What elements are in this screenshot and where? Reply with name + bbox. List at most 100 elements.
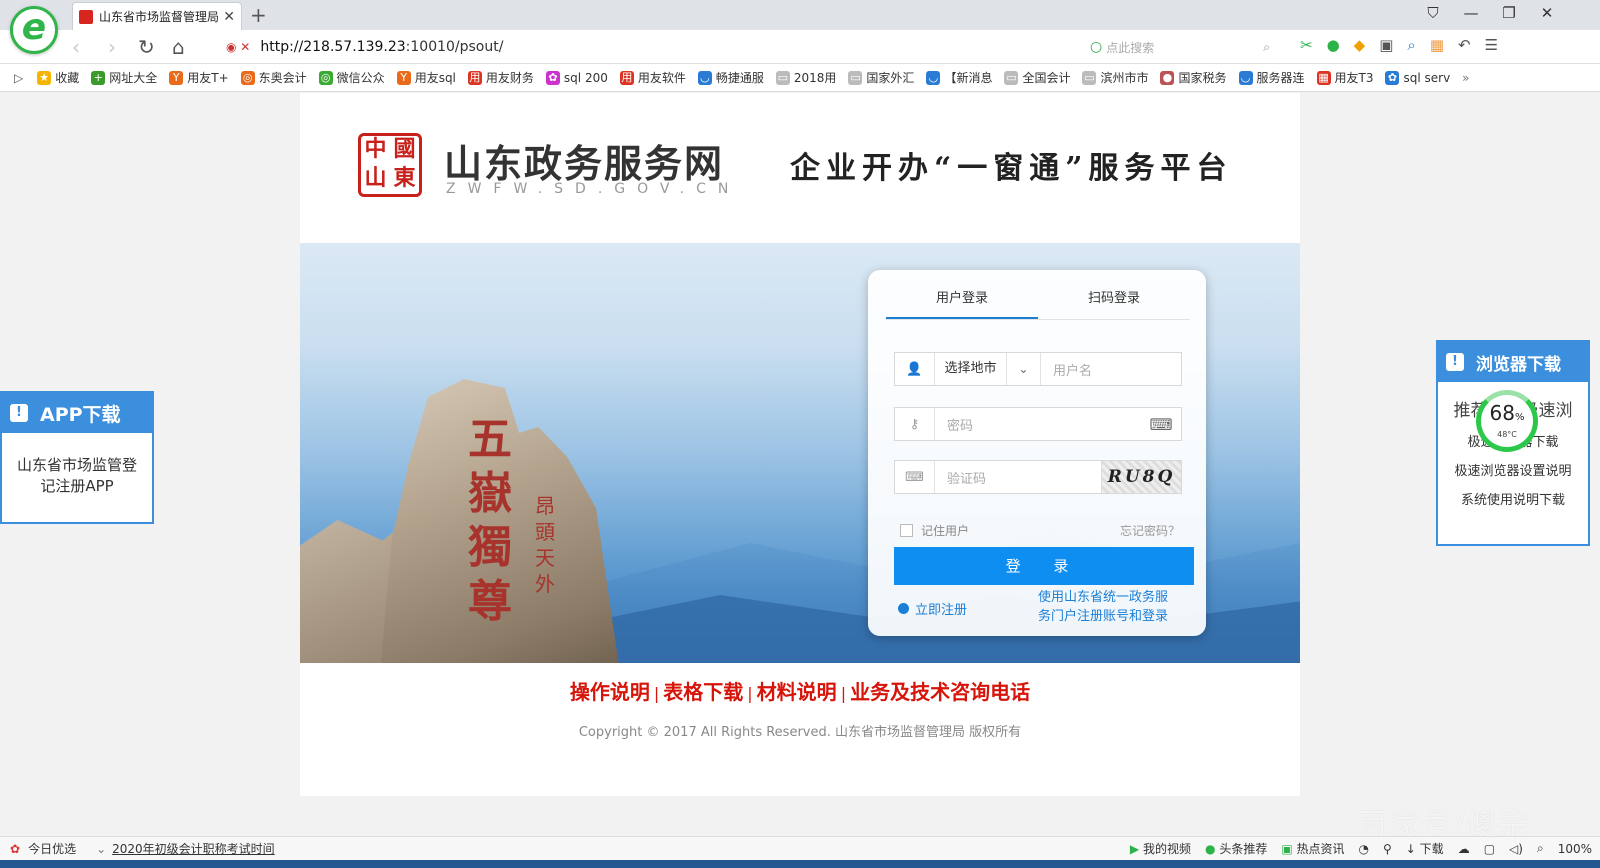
favorite-item[interactable]: ◡ 服务器连 xyxy=(1238,69,1305,86)
favorite-icon: + xyxy=(91,70,106,85)
favorite-item[interactable]: ▭ 2018用 xyxy=(775,69,836,86)
favorite-icon: ◡ xyxy=(1238,70,1253,85)
search-box[interactable]: ○ 点此搜索 ⌕ xyxy=(1090,35,1270,59)
favorite-item[interactable]: ◎ 东奥会计 xyxy=(240,69,307,86)
cloud-icon[interactable]: ☁ xyxy=(1458,842,1470,856)
back-button[interactable]: ‹ xyxy=(72,35,80,59)
cpu-gauge[interactable]: 68% 48°C xyxy=(1476,390,1538,452)
favorite-item[interactable]: ★ 收藏 xyxy=(37,69,79,86)
browser-settings-link[interactable]: 极速浏览器设置说明 xyxy=(1438,460,1588,479)
window-icon[interactable]: ▢ xyxy=(1484,842,1495,856)
system-manual-link[interactable]: 系统使用说明下载 xyxy=(1438,489,1588,508)
favorites-bar: ▷ ★ 收藏 + 网址大全 Y 用友T+ ◎ 东奥会计 ◎ 微信公众 Y 用友sql 用用友财务 ✿ sql… xyxy=(0,64,1600,92)
info-icon: ! xyxy=(1446,353,1464,371)
refresh-button[interactable]: ↻ xyxy=(138,35,155,59)
app-download-widget[interactable]: ! APP下载 山东省市场监管登记注册APP xyxy=(0,391,154,524)
search-placeholder: 点此搜索 xyxy=(1106,40,1155,55)
tab-scan-login[interactable]: 扫码登录 xyxy=(1038,280,1190,319)
remember-checkbox[interactable] xyxy=(900,524,913,537)
city-select[interactable]: 选择地市 xyxy=(935,353,1007,385)
forgot-password-link[interactable]: 忘记密码？ xyxy=(1120,522,1180,539)
link-form-download[interactable]: 表格下载 xyxy=(663,680,743,704)
captcha-input[interactable]: 验证码 xyxy=(935,468,1101,487)
url-text: http://218.57.139.23:10010/psout/ xyxy=(260,39,504,55)
captcha-row: ⌨ 验证码 RU8Q xyxy=(894,460,1182,494)
favorite-item[interactable]: ◡ 【新消息 xyxy=(926,69,992,86)
favorite-item[interactable]: ✿ sql serv xyxy=(1385,69,1450,86)
browser-tab[interactable]: 山东省市场监督管理局 ✕ xyxy=(72,2,242,30)
favorite-label: 东奥会计 xyxy=(258,71,307,85)
key-icon: ⚷ xyxy=(895,408,935,440)
captcha-image[interactable]: RU8Q xyxy=(1101,461,1181,493)
tab-user-login[interactable]: 用户登录 xyxy=(886,280,1038,319)
unified-login-link[interactable]: 使用山东省统一政务服务门户注册账号和登录 xyxy=(1038,588,1180,626)
forward-button[interactable]: › xyxy=(108,35,116,59)
favorite-icon: Y xyxy=(169,70,184,85)
link-support-phone[interactable]: 业务及技术咨询电话 xyxy=(850,680,1030,704)
favorite-item[interactable]: ▦ 用友T3 xyxy=(1316,69,1373,86)
favorite-item[interactable]: + 网址大全 xyxy=(91,69,157,86)
favorite-item[interactable]: ▭ 滨州市市 xyxy=(1082,69,1148,86)
home-button[interactable]: ⌂ xyxy=(172,35,185,59)
seal-char: 國 xyxy=(393,137,416,162)
new-tab-button[interactable]: + xyxy=(250,3,267,27)
link-operation-guide[interactable]: 操作说明 xyxy=(570,680,650,704)
search-icon[interactable]: ⌕ xyxy=(1263,40,1270,55)
favorite-item[interactable]: Y 用友sql xyxy=(396,69,456,86)
favorite-item[interactable]: ◎ 微信公众 xyxy=(318,69,385,86)
more-favorites-icon[interactable]: » xyxy=(1462,71,1469,85)
magnifier-icon[interactable]: ⌕ xyxy=(1407,36,1415,54)
tab-favicon-icon xyxy=(79,9,93,24)
chevron-down-icon: ⌄ xyxy=(96,841,107,856)
sidebar-toggle-icon[interactable]: ▷ xyxy=(14,71,23,85)
pin-icon[interactable]: ⚲ xyxy=(1383,842,1392,856)
address-bar[interactable]: ◉ ✕ http://218.57.139.23:10010/psout/ xyxy=(226,34,1056,60)
speed-icon[interactable]: ◔ xyxy=(1359,842,1369,856)
hot-news-button[interactable]: ▣ 热点资讯 xyxy=(1281,840,1344,857)
chevron-down-icon[interactable]: ⌄ xyxy=(1007,353,1041,385)
my-video-button[interactable]: ▶ 我的视频 xyxy=(1130,840,1191,857)
remember-user[interactable]: 记住用户 xyxy=(900,522,969,539)
menu-icon[interactable]: ☰ xyxy=(1485,36,1498,54)
tab-title: 山东省市场监督管理局 xyxy=(99,10,220,24)
username-input[interactable]: 用户名 xyxy=(1041,360,1181,379)
shield-icon[interactable]: ◆ xyxy=(1354,36,1366,54)
tab-close-icon[interactable]: ✕ xyxy=(223,9,235,25)
favorite-item[interactable]: ● 国家税务 xyxy=(1160,69,1227,86)
copyright: Copyright © 2017 All Rights Reserved. 山东… xyxy=(578,725,1022,740)
image-icon[interactable]: ▣ xyxy=(1379,36,1393,54)
scissors-icon[interactable]: ✂ xyxy=(1300,36,1313,54)
zoom-level[interactable]: 100% xyxy=(1558,842,1592,856)
register-link[interactable]: 立即注册 xyxy=(898,599,967,618)
undo-icon[interactable]: ↶ xyxy=(1458,36,1471,54)
translate-icon[interactable]: ● xyxy=(1327,36,1340,54)
app-widget-body[interactable]: 山东省市场监管登记注册APP xyxy=(2,433,152,497)
favorite-item[interactable]: ✿ sql 200 xyxy=(545,69,608,86)
arrow-circle-icon xyxy=(898,603,909,614)
seal-logo: 中 國 山 東 xyxy=(358,133,422,197)
volume-icon[interactable]: ◁) xyxy=(1509,842,1523,856)
favorite-item[interactable]: Y 用友T+ xyxy=(169,69,229,86)
maximize-button[interactable]: ❐ xyxy=(1490,4,1528,22)
password-row: ⚷ 密码 ⌨ xyxy=(894,407,1182,441)
favorite-item[interactable]: ◡ 畅捷通服 xyxy=(697,69,764,86)
apps-icon[interactable]: ▦ xyxy=(1430,36,1444,54)
minimize-button[interactable]: — xyxy=(1452,4,1490,22)
link-material-guide[interactable]: 材料说明 xyxy=(757,680,837,704)
favorite-item[interactable]: ▭ 国家外汇 xyxy=(848,69,914,86)
favorite-item[interactable]: ▭ 全国会计 xyxy=(1004,69,1070,86)
remember-label: 记住用户 xyxy=(921,524,970,538)
favorite-item[interactable]: 用用友财务 xyxy=(467,69,534,86)
keyboard-icon[interactable]: ⌨ xyxy=(1141,415,1181,434)
download-button[interactable]: ↓ 下载 xyxy=(1406,840,1444,857)
favorite-item[interactable]: 用用友软件 xyxy=(619,69,686,86)
skin-icon[interactable]: ⛉ xyxy=(1414,4,1452,22)
password-input[interactable]: 密码 xyxy=(935,415,1141,434)
zoom-icon[interactable]: ⌕ xyxy=(1537,841,1544,856)
browser-logo[interactable]: e xyxy=(10,6,58,54)
news-ticker[interactable]: 2020年初级会计职称考试时间 xyxy=(112,840,275,857)
today-picks[interactable]: 今日优选 xyxy=(28,840,76,857)
login-button[interactable]: 登 录 xyxy=(894,547,1194,585)
close-button[interactable]: ✕ xyxy=(1528,4,1566,22)
headline-button[interactable]: ● 头条推荐 xyxy=(1205,840,1267,857)
